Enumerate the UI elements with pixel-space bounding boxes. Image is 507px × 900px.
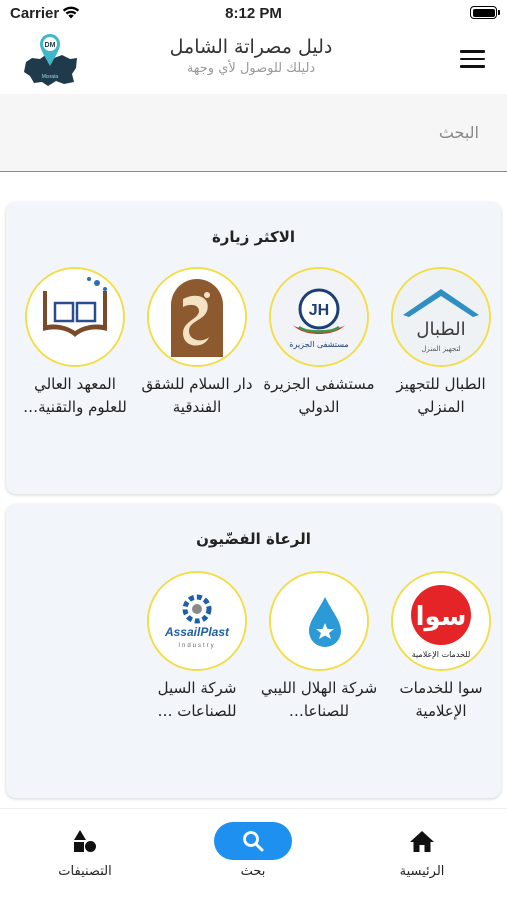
svg-text:Industry: Industry [178,643,215,649]
business-logo [147,267,247,367]
nav-search[interactable]: بحث [193,821,313,879]
sponsor-logo-text: AssailPlast [164,625,230,639]
categories-icon [74,830,96,852]
nav-categories-label: التصنيفات [58,864,112,879]
hamburger-icon [460,50,485,53]
battery-icon [470,6,500,19]
nav-home[interactable]: الرئيسية [362,821,482,879]
app-subtitle: دليلك للوصول لأي وجهة [186,61,316,76]
business-logo: الطبال لتجهيز المنزل [391,267,491,367]
business-name: مستشفى الجزيرة الدولي [263,375,375,416]
sponsor-logo: سوا للخدمات الإعلامية [391,571,491,671]
sponsor-item[interactable]: شركة الهلال الليبي للصناعا… [259,571,379,723]
svg-text:للخدمات الإعلامية: للخدمات الإعلامية [412,650,471,660]
menu-button[interactable] [460,50,485,70]
business-name: دار السلام للشقق الفندقية [141,375,253,416]
sponsor-logo-text: سوا [416,602,467,632]
nav-home-label: الرئيسية [399,864,445,879]
business-logo-text: JH [309,302,329,319]
svg-text:لتجهيز المنزل: لتجهيز المنزل [421,345,460,353]
sponsor-name: شركة الهلال الليبي للصناعا… [260,679,378,720]
sponsor-item[interactable]: سوا للخدمات الإعلامية سوا للخدمات الإعلا… [381,571,501,723]
section-title: الرعاة الفضّيون [196,530,311,548]
business-item[interactable]: JH مستشفى الجزيرة مستشفى الجزيرة الدولي [259,267,379,419]
nav-categories[interactable]: التصنيفات [25,821,145,879]
sponsor-logo: AssailPlast Industry [147,571,247,671]
search-input[interactable] [0,94,507,170]
home-icon [410,831,434,852]
nav-search-label: بحث [240,864,266,879]
business-logo [25,267,125,367]
business-logo-text: الطبال [416,319,465,340]
svg-text:مستشفى الجزيرة: مستشفى الجزيرة [289,340,348,349]
business-item[interactable]: دار السلام للشقق الفندقية [137,267,257,419]
app-header: DM Misrata دليل مصراتة الشامل دليلك للوص… [0,28,507,92]
svg-text:Misrata: Misrata [42,74,59,80]
app-title: دليل مصراتة الشامل [169,36,333,58]
sponsor-item[interactable]: AssailPlast Industry شركة السيل للصناعات… [137,571,257,723]
bottom-navigation: الرئيسية بحث التصنيفات [0,808,507,900]
clock: 8:12 PM [225,5,282,22]
sponsor-name: سوا للخدمات الإعلامية [399,679,483,720]
app-logo: DM Misrata [20,28,82,90]
business-name: الطبال للتجهيز المنزلي [396,375,486,416]
svg-text:DM: DM [45,42,56,49]
status-bar: Carrier 8:12 PM [0,0,507,28]
silver-sponsors-section: الرعاة الفضّيون سوا للخدمات الإعلامية سو… [6,504,501,798]
business-name: المعهد العالي للعلوم والتقنية… [23,375,127,416]
most-visited-section: الاكثر زيارة الطبال لتجهيز المنزل الطبال… [6,202,501,494]
section-title: الاكثر زيارة [211,228,296,246]
search-icon [243,831,264,852]
business-item[interactable]: الطبال لتجهيز المنزل الطبال للتجهيز المن… [381,267,501,419]
sponsor-logo [269,571,369,671]
header-text: دليل مصراتة الشامل دليلك للوصول لأي وجهة [80,36,422,76]
business-item[interactable]: المعهد العالي للعلوم والتقنية… [15,267,135,419]
sponsor-name: شركة السيل للصناعات … [157,679,237,720]
search-bar [0,94,507,172]
business-logo: JH مستشفى الجزيرة [269,267,369,367]
